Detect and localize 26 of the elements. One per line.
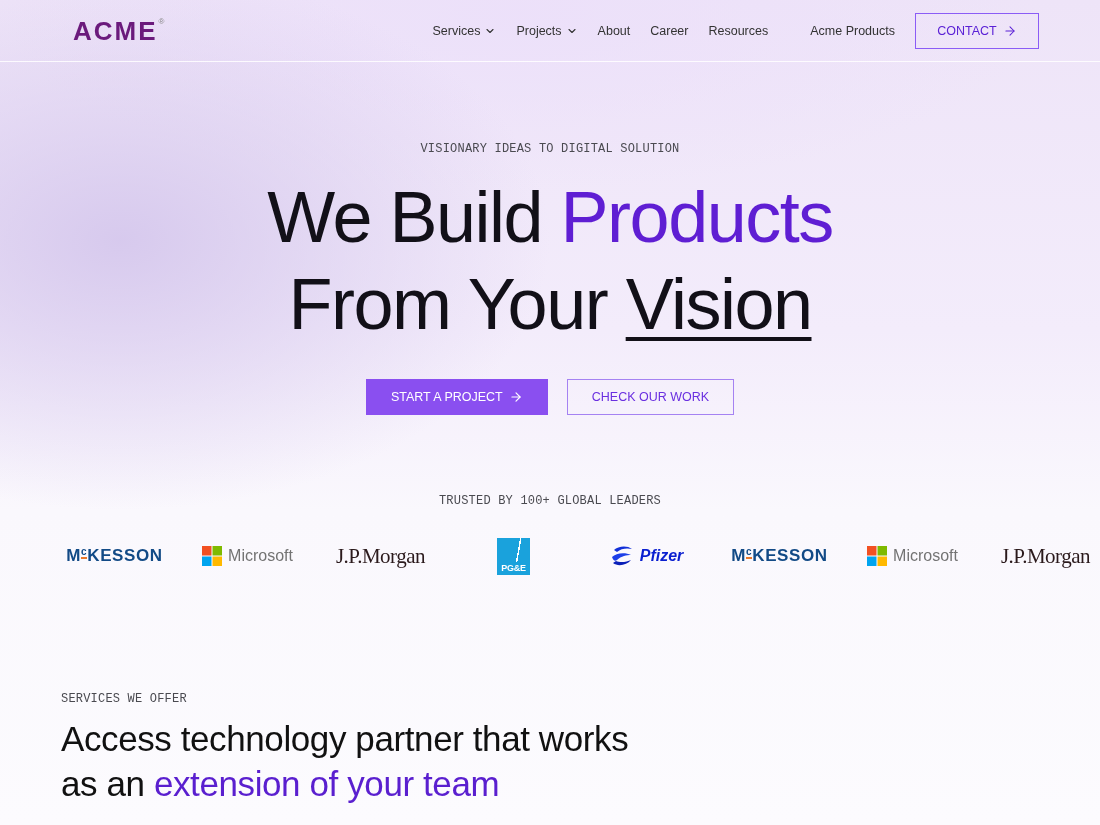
section-eyebrow: SERVICES WE OFFER	[61, 692, 187, 706]
hero-heading: We Build Products From Your Vision	[267, 176, 833, 346]
logo-wordmark: M$^{c}$KESSON	[731, 546, 828, 566]
contact-button[interactable]: CONTACT	[915, 12, 1039, 49]
nav-link[interactable]: About	[597, 23, 631, 38]
nav-link[interactable]: Acme Products	[810, 23, 895, 38]
nav-link[interactable]: Projects	[516, 23, 578, 38]
logo-tile: PG&E	[497, 537, 530, 575]
nav-link[interactable]: Services	[432, 23, 497, 38]
logo-wordmark: M$^{c}$KESSON	[66, 546, 163, 566]
logo-wordmark: Pfizer	[639, 547, 684, 565]
four-squares-icon	[202, 546, 223, 566]
logo-wordmark: Microsoft	[228, 547, 293, 565]
section-heading: Access technology partner that works as an extension of your team	[61, 718, 629, 805]
hero-eyebrow: VISIONARY IDEAS TO DIGITAL SOLUTION	[420, 142, 680, 156]
swirl-icon	[609, 545, 634, 567]
check-work-button[interactable]: CHECK OUR WORK	[566, 379, 735, 415]
clients-title: TRUSTED BY 100+ GLOBAL LEADERS	[438, 494, 661, 508]
logo-wordmark: Microsoft	[893, 547, 958, 565]
nav-link[interactable]: Career	[650, 23, 689, 38]
logo-wordmark: J.P.Morgan	[1000, 543, 1091, 569]
four-squares-icon	[867, 546, 888, 566]
brand-logo[interactable]: ACME®	[73, 17, 165, 44]
start-project-button[interactable]: START A PROJECT	[365, 379, 548, 415]
logo-wordmark: J.P.Morgan	[335, 543, 426, 569]
nav-link[interactable]: Resources	[708, 23, 769, 38]
